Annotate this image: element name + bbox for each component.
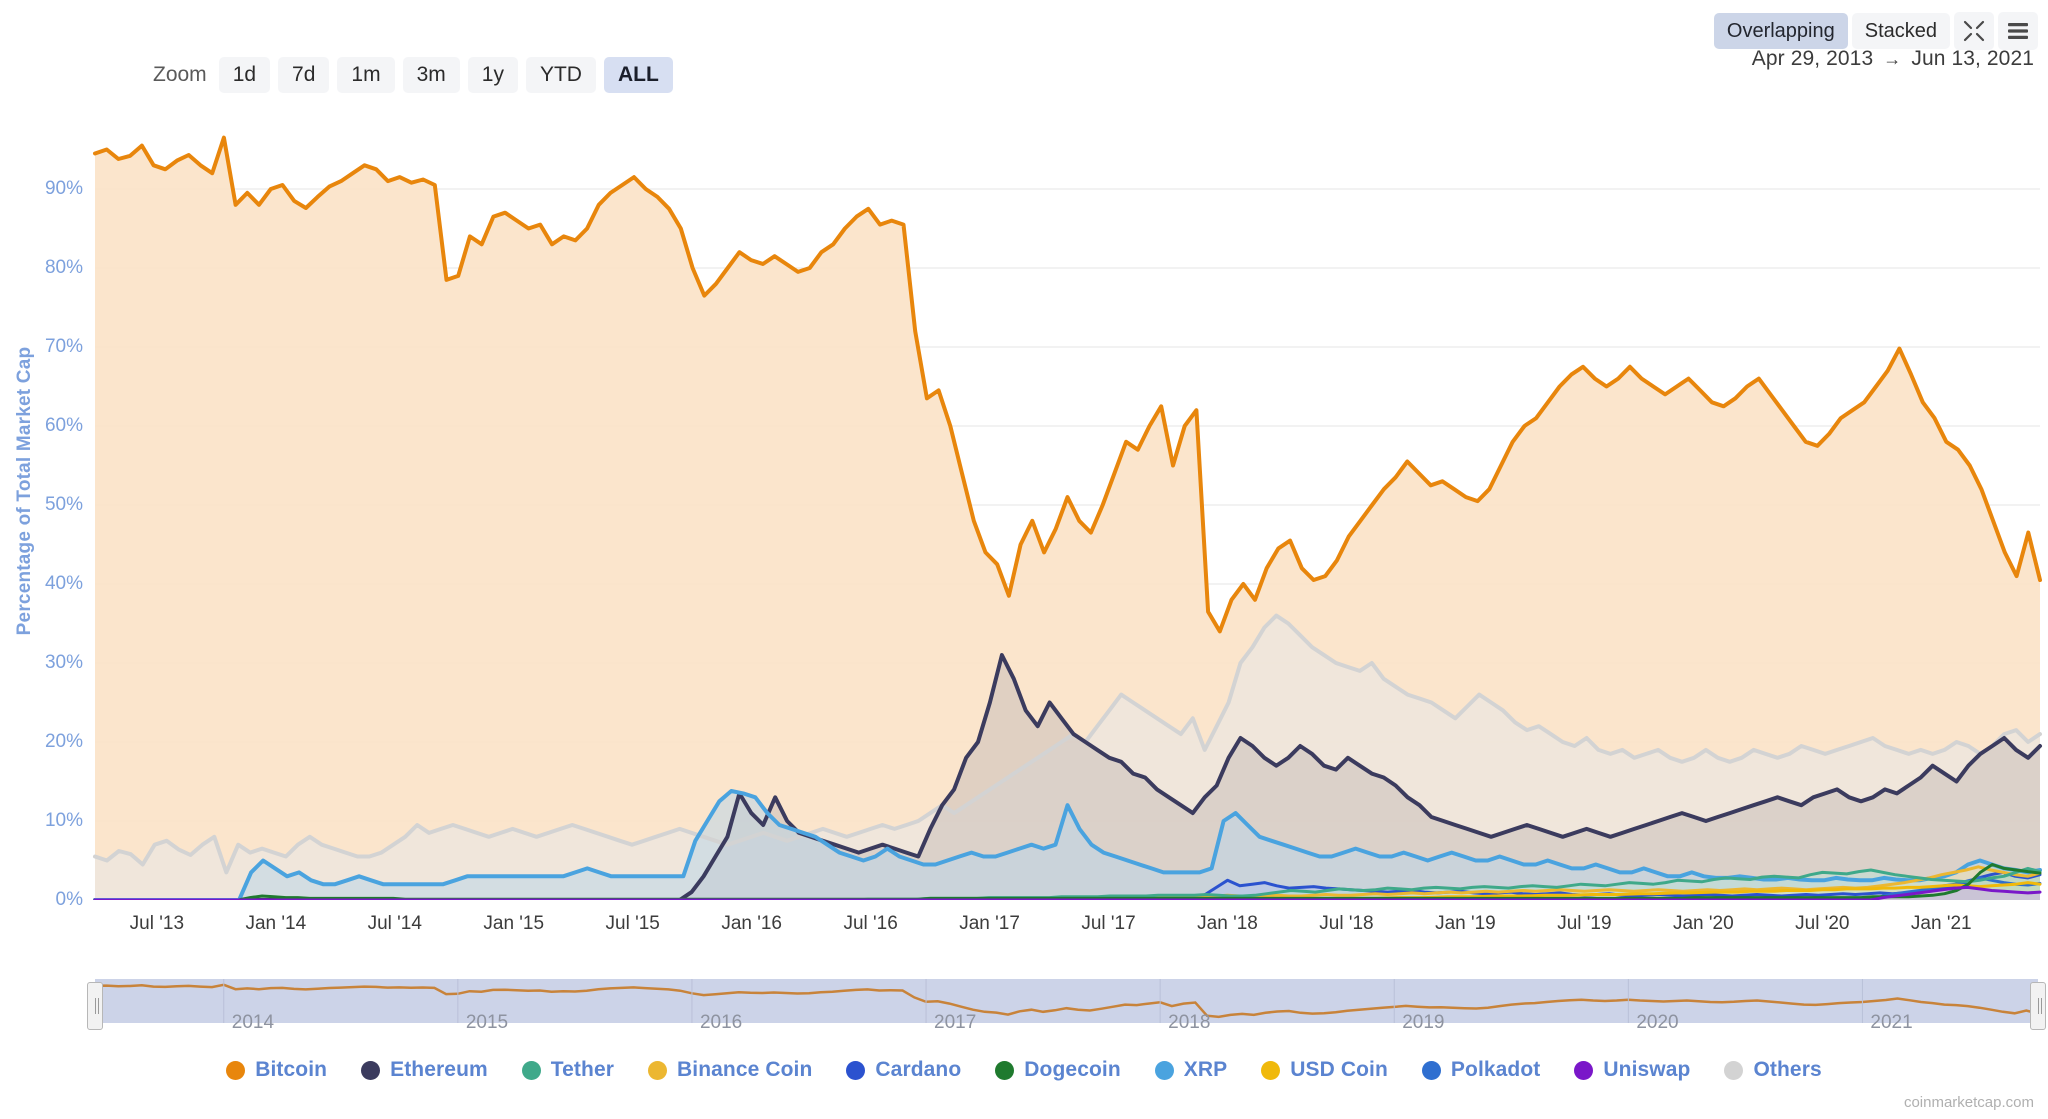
zoom-button-1y[interactable]: 1y <box>467 57 518 93</box>
legend-color-dot <box>1574 1060 1594 1080</box>
x-tick-label: Jan '19 <box>1435 913 1496 934</box>
x-tick-label: Jan '18 <box>1197 913 1258 934</box>
navigator-year-2020: 2020 <box>1636 1012 1679 1033</box>
zoom-label: Zoom <box>153 63 207 86</box>
zoom-button-1m[interactable]: 1m <box>337 57 395 93</box>
legend-color-dot <box>361 1060 381 1080</box>
zoom-button-1d[interactable]: 1d <box>218 57 271 93</box>
legend-color-dot <box>226 1060 246 1080</box>
x-tick-label: Jul '17 <box>1081 913 1136 934</box>
legend-item-dogecoin[interactable]: Dogecoin <box>995 1058 1121 1082</box>
legend-color-dot <box>521 1060 541 1080</box>
legend-label: USD Coin <box>1290 1058 1388 1081</box>
x-tick-label: Jul '15 <box>605 913 660 934</box>
legend-label: Others <box>1753 1058 1822 1081</box>
legend-label: Tether <box>550 1058 615 1081</box>
legend-label: Uniswap <box>1603 1058 1691 1081</box>
zoom-button-ytd[interactable]: YTD <box>525 57 596 93</box>
view-mode-stacked-button[interactable]: Stacked <box>1851 13 1950 49</box>
compress-icon[interactable] <box>1954 12 1994 50</box>
legend-label: Bitcoin <box>255 1058 328 1081</box>
date-range-display: Apr 29, 2013 → Jun 13, 2021 <box>1752 47 2034 71</box>
legend-color-dot <box>648 1060 668 1080</box>
legend-label: XRP <box>1183 1058 1228 1081</box>
date-range-from: Apr 29, 2013 <box>1751 47 1874 70</box>
zoom-button-3m[interactable]: 3m <box>402 57 460 93</box>
legend-item-tether[interactable]: Tether <box>521 1058 615 1082</box>
zoom-button-all[interactable]: ALL <box>603 57 673 93</box>
chart-legend: Bitcoin Ethereum Tether Binance Coin Cardano… <box>0 1058 2048 1082</box>
x-tick-label: Jan '14 <box>245 913 307 934</box>
legend-color-dot <box>1421 1060 1441 1080</box>
navigator-range-bar[interactable]: 2014 2015 2016 2017 2018 2019 2020 2021 <box>87 975 2046 1037</box>
legend-item-xrp[interactable]: XRP <box>1154 1058 1228 1082</box>
navigator-year-2018: 2018 <box>1168 1012 1211 1033</box>
legend-label: Ethereum <box>390 1058 488 1081</box>
x-axis-tick-labels: Jul '13 Jan '14 Jul '14 Jan '15 Jul '15 Jan '… <box>0 905 2048 945</box>
hamburger-menu-icon[interactable] <box>1998 12 2038 50</box>
x-tick-label: Jan '16 <box>721 913 782 934</box>
x-tick-label: Jul '16 <box>843 913 898 934</box>
zoom-button-7d[interactable]: 7d <box>278 57 330 93</box>
x-tick-label: Jul '14 <box>367 913 422 934</box>
navigator-year-2021: 2021 <box>1870 1012 1913 1033</box>
legend-item-binance-coin[interactable]: Binance Coin <box>648 1058 812 1082</box>
x-tick-label: Jul '13 <box>129 913 185 934</box>
legend-item-ethereum[interactable]: Ethereum <box>361 1058 488 1082</box>
navigator-year-2016: 2016 <box>699 1012 743 1033</box>
legend-item-uniswap[interactable]: Uniswap <box>1574 1058 1690 1082</box>
legend-label: Cardano <box>875 1058 962 1081</box>
legend-label: Binance Coin <box>677 1058 813 1081</box>
legend-item-cardano[interactable]: Cardano <box>846 1058 961 1082</box>
legend-color-dot <box>1154 1060 1174 1080</box>
x-tick-label: Jul '20 <box>1795 913 1850 934</box>
date-range-arrow-icon: → <box>1883 48 1902 69</box>
legend-item-bitcoin[interactable]: Bitcoin <box>226 1058 327 1082</box>
navigator-right-handle[interactable] <box>2030 982 2046 1030</box>
chart-svg[interactable] <box>0 110 2048 900</box>
legend-label: Dogecoin <box>1024 1058 1121 1081</box>
legend-item-usd-coin[interactable]: USD Coin <box>1261 1058 1388 1082</box>
x-tick-label: Jul '19 <box>1557 913 1612 934</box>
navigator-left-handle[interactable] <box>87 982 103 1030</box>
legend-color-dot <box>1261 1060 1281 1080</box>
chart-plot-area: Percentage of Total Market Cap 0% 10% 20% 3… <box>0 110 2048 934</box>
navigator-year-2019: 2019 <box>1402 1012 1445 1033</box>
legend-color-dot <box>846 1060 866 1080</box>
navigator-year-2015: 2015 <box>465 1012 509 1033</box>
legend-color-dot <box>995 1060 1015 1080</box>
legend-color-dot <box>1724 1060 1744 1080</box>
watermark: coinmarketcap.com <box>1903 1094 2034 1111</box>
navigator-year-2017: 2017 <box>934 1012 977 1033</box>
x-tick-label: Jan '15 <box>483 913 545 934</box>
crypto-dominance-chart-page: Overlapping Stacked Apr 29, 2013 → Jun 1… <box>0 0 2048 1119</box>
zoom-range-selector: Zoom 1d 7d 1m 3m 1y YTD ALL <box>153 57 673 93</box>
legend-label: Polkadot <box>1450 1058 1541 1081</box>
date-range-to: Jun 13, 2021 <box>1911 47 2034 70</box>
x-tick-label: Jan '20 <box>1672 913 1734 934</box>
x-tick-label: Jul '18 <box>1319 913 1374 934</box>
navigator-year-labels: 2014 2015 2016 2017 2018 2019 2020 2021 <box>95 975 2038 1037</box>
navigator-year-2014: 2014 <box>231 1012 275 1033</box>
chart-view-controls: Overlapping Stacked <box>1713 12 2038 50</box>
x-tick-label: Jan '17 <box>959 913 1020 934</box>
view-mode-overlapping-button[interactable]: Overlapping <box>1713 13 1848 49</box>
x-tick-label: Jan '21 <box>1910 913 1972 934</box>
legend-item-others[interactable]: Others <box>1724 1058 1822 1082</box>
legend-item-polkadot[interactable]: Polkadot <box>1421 1058 1541 1082</box>
